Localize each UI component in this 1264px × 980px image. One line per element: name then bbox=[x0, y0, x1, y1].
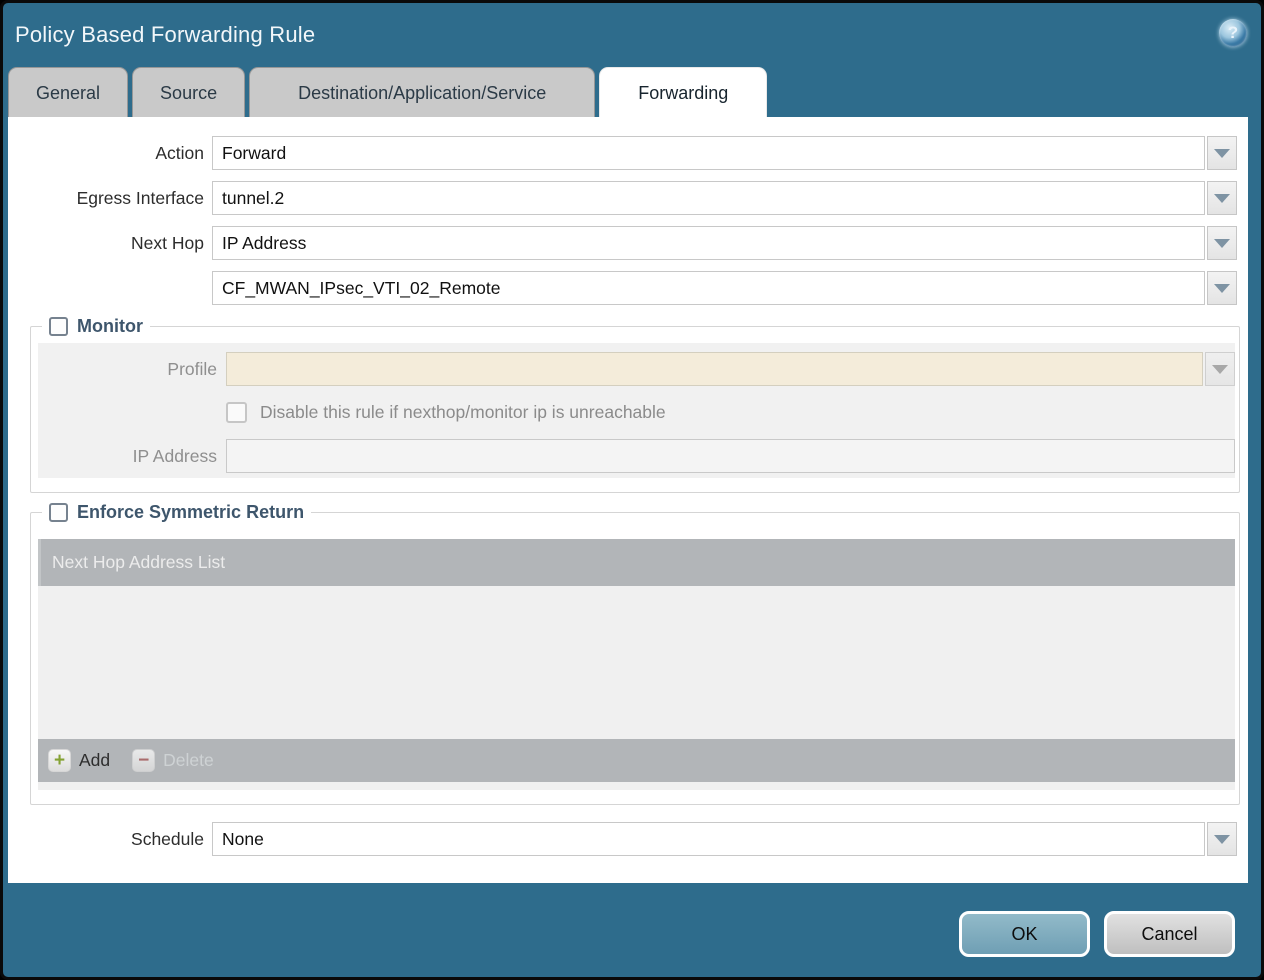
egress-interface-label: Egress Interface bbox=[8, 188, 212, 209]
cancel-button[interactable]: Cancel bbox=[1104, 911, 1235, 957]
enforce-symmetric-return-group: Enforce Symmetric Return Next Hop Addres… bbox=[30, 502, 1240, 805]
profile-dropdown-button bbox=[1205, 352, 1235, 386]
egress-interface-dropdown-button[interactable] bbox=[1207, 181, 1237, 215]
schedule-select-value[interactable]: None bbox=[212, 822, 1205, 856]
tab-source[interactable]: Source bbox=[132, 67, 245, 117]
chevron-down-icon bbox=[1214, 194, 1230, 203]
tab-bar: General Source Destination/Application/S… bbox=[3, 67, 1261, 117]
next-hop-address-list-header: Next Hop Address List bbox=[38, 539, 1235, 586]
monitor-checkbox[interactable] bbox=[49, 317, 68, 336]
help-icon[interactable]: ? bbox=[1219, 19, 1247, 47]
schedule-dropdown-button[interactable] bbox=[1207, 822, 1237, 856]
chevron-down-icon bbox=[1214, 149, 1230, 158]
monitor-legend-label: Monitor bbox=[77, 316, 143, 337]
plus-icon: + bbox=[48, 749, 71, 772]
egress-interface-select-value[interactable]: tunnel.2 bbox=[212, 181, 1205, 215]
dialog-title: Policy Based Forwarding Rule bbox=[3, 22, 315, 48]
monitor-ip-address-row: IP Address bbox=[38, 439, 1235, 473]
disable-rule-label: Disable this rule if nexthop/monitor ip … bbox=[260, 402, 666, 423]
disable-rule-checkbox bbox=[226, 402, 247, 423]
action-label: Action bbox=[8, 143, 212, 164]
profile-select bbox=[226, 352, 1235, 386]
delete-button-label: Delete bbox=[163, 750, 214, 771]
monitor-panel: Profile Disable this rule if nexthop/mon… bbox=[38, 343, 1235, 478]
next-hop-address-list-body[interactable] bbox=[38, 586, 1235, 739]
egress-interface-row: Egress Interface tunnel.2 bbox=[8, 181, 1237, 215]
tab-destination-application-service[interactable]: Destination/Application/Service bbox=[249, 67, 595, 117]
table-bottom-strip bbox=[38, 782, 1235, 790]
next-hop-address-list-table: Next Hop Address List + Add − Delete bbox=[38, 539, 1235, 790]
minus-icon: − bbox=[132, 749, 155, 772]
next-hop-type-value[interactable]: IP Address bbox=[212, 226, 1205, 260]
next-hop-row: Next Hop IP Address bbox=[8, 226, 1237, 260]
action-row: Action Forward bbox=[8, 136, 1237, 170]
disable-rule-control: Disable this rule if nexthop/monitor ip … bbox=[226, 402, 666, 423]
next-hop-address-select: CF_MWAN_IPsec_VTI_02_Remote bbox=[212, 271, 1237, 305]
chevron-down-icon bbox=[1214, 835, 1230, 844]
next-hop-label: Next Hop bbox=[8, 233, 212, 254]
schedule-label: Schedule bbox=[8, 829, 212, 850]
monitor-group: Monitor Profile Disable this rule if bbox=[30, 316, 1240, 493]
enforce-symmetric-return-legend: Enforce Symmetric Return bbox=[42, 502, 311, 523]
profile-label: Profile bbox=[38, 359, 226, 380]
next-hop-address-value[interactable]: CF_MWAN_IPsec_VTI_02_Remote bbox=[212, 271, 1205, 305]
tab-forwarding[interactable]: Forwarding bbox=[599, 67, 767, 117]
monitor-ip-address-label: IP Address bbox=[38, 446, 226, 467]
chevron-down-icon bbox=[1214, 239, 1230, 248]
enforce-symmetric-return-legend-label: Enforce Symmetric Return bbox=[77, 502, 304, 523]
action-select-value[interactable]: Forward bbox=[212, 136, 1205, 170]
enforce-symmetric-return-checkbox[interactable] bbox=[49, 503, 68, 522]
profile-row: Profile bbox=[38, 352, 1235, 386]
next-hop-address-list-toolbar: + Add − Delete bbox=[38, 739, 1235, 782]
pbf-rule-dialog: Policy Based Forwarding Rule ? General S… bbox=[0, 0, 1264, 980]
dialog-footer: OK Cancel bbox=[3, 883, 1261, 974]
action-dropdown-button[interactable] bbox=[1207, 136, 1237, 170]
next-hop-type-dropdown-button[interactable] bbox=[1207, 226, 1237, 260]
next-hop-type-select: IP Address bbox=[212, 226, 1237, 260]
schedule-row: Schedule None bbox=[8, 822, 1237, 856]
add-button-label: Add bbox=[79, 750, 110, 771]
next-hop-address-row: CF_MWAN_IPsec_VTI_02_Remote bbox=[8, 271, 1237, 305]
egress-interface-select: tunnel.2 bbox=[212, 181, 1237, 215]
delete-button: − Delete bbox=[132, 749, 214, 772]
ok-button[interactable]: OK bbox=[959, 911, 1090, 957]
schedule-select: None bbox=[212, 822, 1237, 856]
tab-general[interactable]: General bbox=[8, 67, 128, 117]
monitor-legend: Monitor bbox=[42, 316, 150, 337]
chevron-down-icon bbox=[1214, 284, 1230, 293]
action-select: Forward bbox=[212, 136, 1237, 170]
profile-select-value bbox=[226, 352, 1203, 386]
forwarding-panel: Action Forward Egress Interface tunnel.2… bbox=[8, 117, 1248, 883]
next-hop-address-dropdown-button[interactable] bbox=[1207, 271, 1237, 305]
chevron-down-icon bbox=[1212, 365, 1228, 374]
monitor-ip-address-input bbox=[226, 439, 1235, 473]
add-button[interactable]: + Add bbox=[48, 749, 110, 772]
disable-rule-row: Disable this rule if nexthop/monitor ip … bbox=[38, 402, 1235, 423]
dialog-titlebar: Policy Based Forwarding Rule ? bbox=[3, 3, 1261, 67]
